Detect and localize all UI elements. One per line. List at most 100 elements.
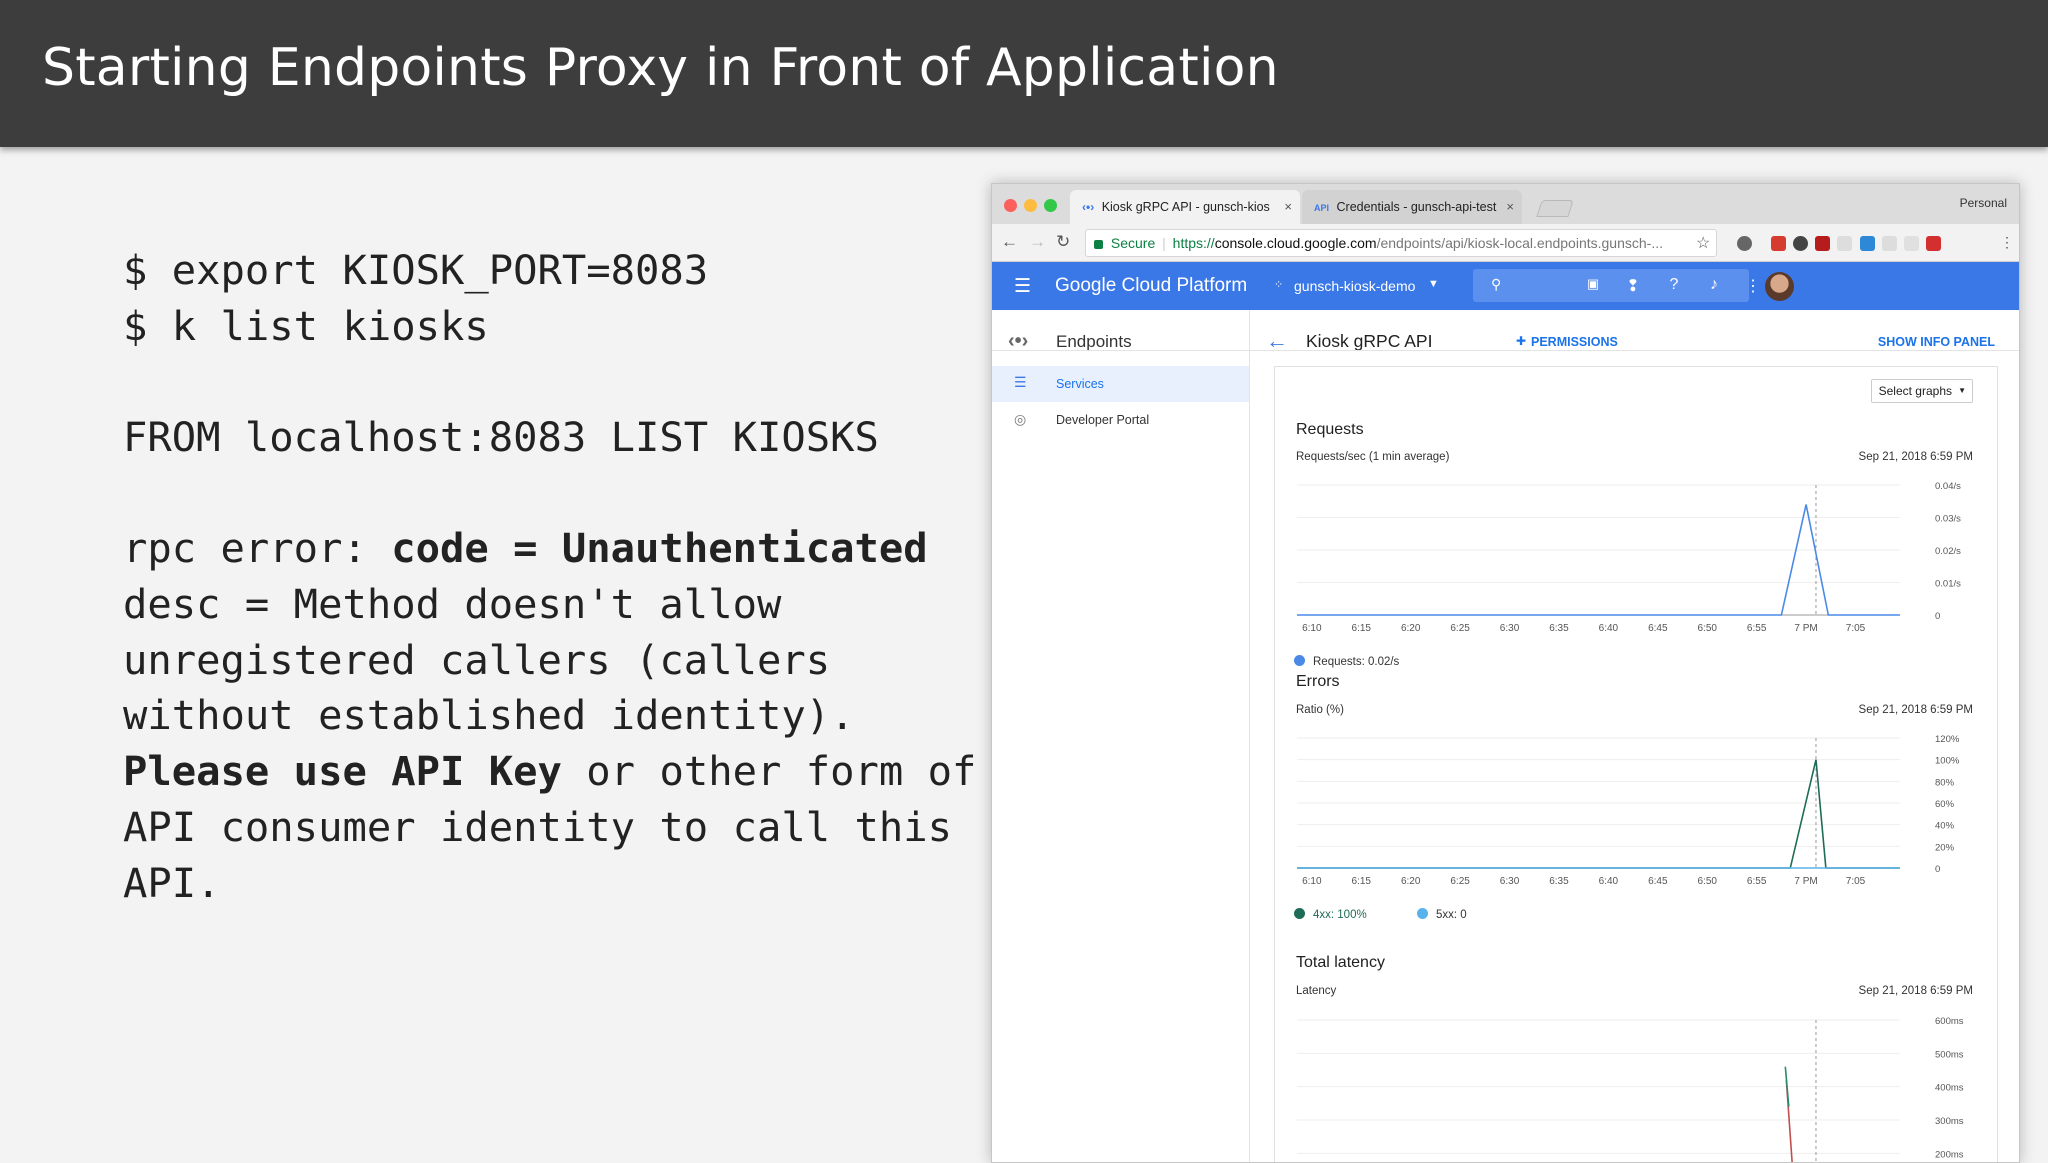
y-tick-label: 0: [1935, 611, 1940, 622]
chart-date: Sep 21, 2018 6:59 PM: [1858, 451, 1973, 463]
code-line: $ k list kiosks: [123, 299, 489, 355]
add-person-icon: ✚: [1516, 334, 1527, 348]
menu-kebab-icon[interactable]: ⋮: [2000, 234, 2014, 251]
url-path: /endpoints/api/kiosk-local.endpoints.gun…: [1376, 235, 1663, 251]
close-tab-icon[interactable]: ×: [1506, 190, 1514, 224]
forward-icon[interactable]: →: [1029, 232, 1046, 252]
browser-window: ‹•› Kiosk gRPC API - gunsch-kios × API C…: [991, 183, 2020, 1163]
series-line: [1297, 504, 1900, 616]
sidebar: ‹•› Endpoints ☰ Services ◎ Developer Por…: [992, 310, 1250, 1162]
back-icon[interactable]: ←: [1001, 232, 1018, 252]
chart-title: Requests: [1296, 421, 1364, 438]
extension-icon[interactable]: [1771, 236, 1786, 251]
y-tick-label: 500ms: [1935, 1049, 1964, 1060]
notifications-bell-icon[interactable]: ♪: [1704, 276, 1724, 294]
profile-label[interactable]: Personal: [1960, 196, 2007, 210]
legend-swatch: [1294, 655, 1305, 666]
latency-chart: 100ms200ms300ms400ms500ms600ms: [1297, 1016, 1964, 1162]
close-window-button[interactable]: [1004, 199, 1017, 212]
charts-card: Select graphs ▼ Requests Requests/sec (1…: [1274, 366, 1998, 1162]
feedback-icon[interactable]: ❢: [1623, 276, 1643, 296]
api-icon: API: [1314, 203, 1330, 213]
legend-item-5xx[interactable]: 5xx: 0: [1417, 908, 1467, 921]
show-info-panel-button[interactable]: SHOW INFO PANEL: [1878, 335, 1995, 349]
sidebar-item-services[interactable]: ☰ Services: [992, 366, 1249, 402]
select-graphs-dropdown[interactable]: Select graphs ▼: [1870, 379, 1973, 403]
close-tab-icon[interactable]: ×: [1284, 190, 1292, 224]
x-tick-label: 6:55: [1747, 876, 1767, 887]
minimize-window-button[interactable]: [1024, 199, 1037, 212]
y-tick-label: 0.02/s: [1935, 546, 1961, 557]
x-tick-label: 6:30: [1500, 623, 1520, 634]
sidebar-title: Endpoints: [1056, 332, 1132, 351]
x-tick-label: 6:15: [1352, 623, 1372, 634]
more-kebab-icon[interactable]: ⋮: [1743, 276, 1763, 296]
code-line: unregistered callers (callers: [123, 633, 830, 689]
code-segment: unregistered callers (callers: [123, 636, 831, 684]
project-selector[interactable]: gunsch-kiosk-demo: [1294, 278, 1415, 294]
code-line: API.: [123, 856, 221, 912]
y-tick-label: 200ms: [1935, 1149, 1964, 1160]
x-tick-label: 6:10: [1302, 876, 1322, 887]
slide-header: Starting Endpoints Proxy in Front of App…: [0, 0, 2048, 147]
extension-icon[interactable]: [1837, 236, 1852, 251]
code-segment: FROM localhost:8083 LIST KIOSKS: [123, 413, 879, 461]
x-tick-label: 6:15: [1352, 876, 1372, 887]
y-tick-label: 300ms: [1935, 1116, 1964, 1127]
code-line: rpc error: code = Unauthenticated: [123, 521, 928, 577]
code-line: Please use API Key or other form of: [123, 744, 976, 800]
bookmark-star-icon[interactable]: ☆: [1696, 233, 1710, 253]
extension-icon[interactable]: [1904, 236, 1919, 251]
main-content: ← Kiosk gRPC API ✚ PERMISSIONS SHOW INFO…: [1250, 310, 2019, 1162]
lock-icon: [1094, 240, 1103, 249]
gcp-header: ☰ Google Cloud Platform ⁘ gunsch-kiosk-d…: [992, 262, 2019, 310]
cloud-shell-icon[interactable]: ▣: [1583, 276, 1603, 292]
maximize-window-button[interactable]: [1044, 199, 1057, 212]
tab-credentials[interactable]: API Credentials - gunsch-api-test ×: [1302, 190, 1522, 224]
shield-icon[interactable]: [1815, 236, 1830, 251]
legend-item-4xx[interactable]: 4xx: 100%: [1294, 908, 1367, 921]
x-tick-label: 6:50: [1698, 623, 1718, 634]
code-segment: $ k list kiosks: [123, 302, 489, 350]
divider: [1250, 350, 2019, 351]
y-tick-label: 0: [1935, 864, 1940, 875]
legend-item-requests[interactable]: Requests: 0.02/s: [1294, 655, 1399, 668]
list-icon: ☰: [1014, 374, 1027, 390]
extension-icon[interactable]: [1882, 236, 1897, 251]
sidebar-item-label: Services: [1056, 377, 1104, 391]
project-icon: ⁘: [1274, 279, 1284, 291]
extension-icon[interactable]: [1926, 236, 1941, 251]
legend-swatch: [1294, 908, 1305, 919]
new-tab-button[interactable]: [1536, 200, 1574, 217]
x-tick-label: 7 PM: [1794, 876, 1817, 887]
y-tick-label: 80%: [1935, 777, 1955, 788]
chart-date: Sep 21, 2018 6:59 PM: [1858, 704, 1973, 716]
x-tick-label: 6:40: [1599, 623, 1619, 634]
sidebar-item-developer-portal[interactable]: ◎ Developer Portal: [992, 402, 1249, 438]
y-tick-label: 60%: [1935, 799, 1955, 810]
x-tick-label: 6:20: [1401, 623, 1421, 634]
y-tick-label: 400ms: [1935, 1083, 1964, 1094]
legend-label: Requests: 0.02/s: [1313, 656, 1400, 668]
y-tick-label: 0.01/s: [1935, 579, 1961, 590]
help-icon[interactable]: ?: [1664, 276, 1684, 294]
tab-strip: ‹•› Kiosk gRPC API - gunsch-kios × API C…: [992, 184, 2019, 224]
code-line: without established identity).: [123, 688, 855, 744]
hamburger-menu-icon[interactable]: ☰: [1014, 275, 1031, 298]
extension-icon[interactable]: [1860, 236, 1875, 251]
requests-chart: 0 0.01/s 0.02/s 0.03/s 0.04/s 6:10 6:15 6:20 6:2…: [1297, 481, 1961, 634]
reload-icon[interactable]: ↻: [1056, 232, 1070, 252]
permissions-button[interactable]: PERMISSIONS: [1531, 335, 1618, 349]
divider: [992, 350, 1249, 351]
x-tick-label: 6:45: [1648, 623, 1668, 634]
extension-icon[interactable]: [1793, 236, 1808, 251]
product-name[interactable]: Google Cloud Platform: [1055, 275, 1247, 297]
address-bar[interactable]: Secure | https://console.cloud.google.co…: [1085, 229, 1717, 257]
tab-label: Credentials - gunsch-api-test: [1336, 200, 1497, 214]
extension-icon[interactable]: [1737, 236, 1752, 251]
avatar[interactable]: [1765, 272, 1794, 301]
chart-subtitle: Ratio (%): [1296, 704, 1344, 716]
x-tick-label: 6:20: [1401, 876, 1421, 887]
tab-kiosk-api[interactable]: ‹•› Kiosk gRPC API - gunsch-kios ×: [1070, 190, 1300, 224]
x-tick-label: 6:25: [1450, 623, 1470, 634]
